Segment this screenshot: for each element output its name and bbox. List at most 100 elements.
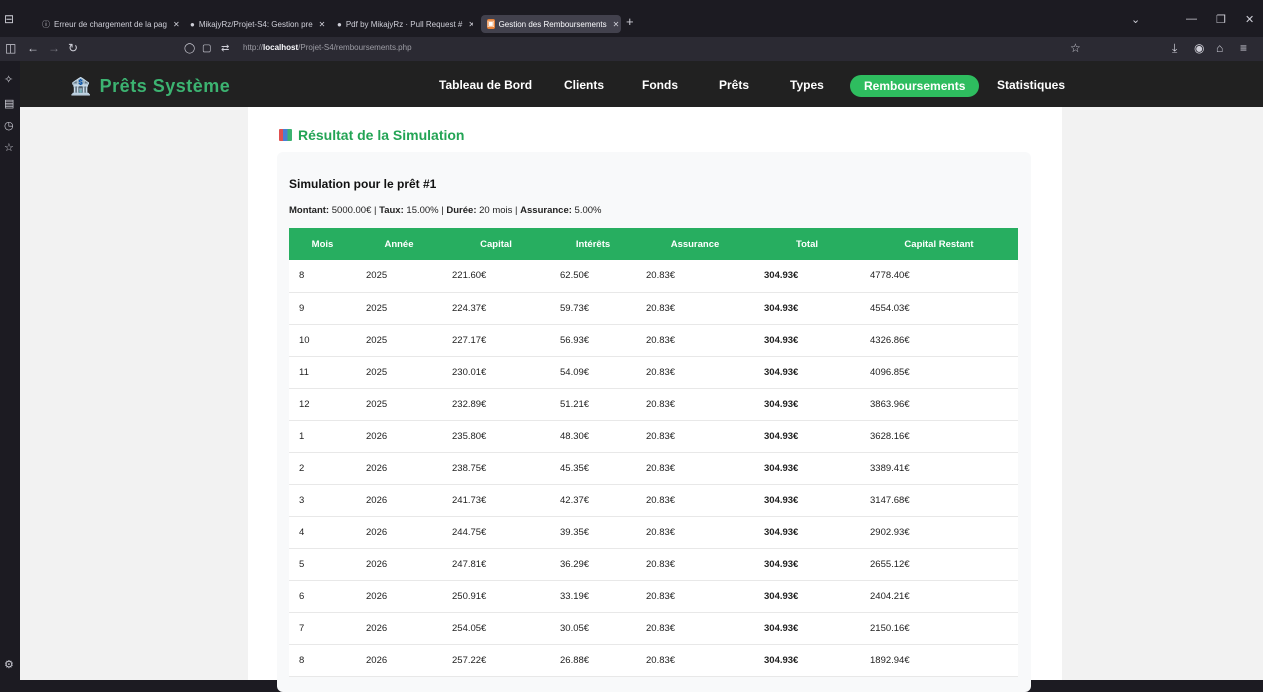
- extensions-icon[interactable]: ⌂: [1216, 41, 1223, 55]
- browser-tab[interactable]: ● Pdf by MikajyRz · Pull Request # ✕: [337, 15, 473, 33]
- cell-mois: 2: [289, 452, 356, 485]
- cell-interets: 33.19€: [550, 580, 636, 613]
- cell-capital-restant: 4554.03€: [860, 292, 1018, 325]
- cell-capital: 247.81€: [442, 548, 550, 581]
- cell-capital-restant: 3389.41€: [860, 452, 1018, 485]
- minimize-icon[interactable]: —: [1186, 13, 1197, 25]
- cell-mois: 9: [289, 292, 356, 325]
- header-capital-restant: Capital Restant: [860, 228, 1018, 260]
- section-title: Résultat de la Simulation: [279, 127, 464, 143]
- cell-annee: 2026: [356, 644, 442, 677]
- forward-icon[interactable]: →: [48, 41, 60, 55]
- taux-value: 15.00%: [406, 205, 439, 216]
- cell-total: 304.93€: [754, 452, 860, 485]
- list-all-tabs-icon[interactable]: ⌄: [1131, 13, 1140, 26]
- cell-capital: 238.75€: [442, 452, 550, 485]
- amortization-table: Mois Année Capital Intérêts Assurance To…: [289, 228, 1018, 677]
- browser-sidebar: ✧ ▤ ◷ ☆ ⚙: [0, 61, 20, 680]
- app-brand[interactable]: 🏦 Prêts Système: [70, 76, 230, 97]
- cell-capital: 227.17€: [442, 324, 550, 357]
- browser-tab-active[interactable]: ▣ Gestion des Remboursements ✕: [481, 15, 621, 33]
- cell-total: 304.93€: [754, 388, 860, 421]
- nav-clients[interactable]: Clients: [564, 78, 604, 92]
- shield-icon[interactable]: ◯: [184, 43, 195, 54]
- cell-capital: 230.01€: [442, 356, 550, 389]
- table-row: 7 2026 254.05€ 30.05€ 20.83€ 304.93€ 2150.16€: [289, 612, 1018, 645]
- back-icon[interactable]: ←: [27, 41, 39, 55]
- bookmark-star-icon[interactable]: ☆: [1070, 41, 1081, 55]
- tab-title: Pdf by MikajyRz · Pull Request #: [345, 19, 463, 29]
- cell-total: 304.93€: [754, 644, 860, 677]
- nav-prets[interactable]: Prêts: [719, 78, 749, 92]
- new-tab-icon[interactable]: +: [626, 14, 634, 29]
- cell-interets: 54.09€: [550, 356, 636, 389]
- sidebar-toggle-icon[interactable]: ⊟: [4, 12, 18, 26]
- settings-gear-icon[interactable]: ⚙: [4, 658, 14, 671]
- synced-tabs-icon[interactable]: ▤: [4, 97, 14, 110]
- cell-assurance: 20.83€: [636, 356, 754, 389]
- nav-types[interactable]: Types: [790, 78, 824, 92]
- cell-assurance: 20.83€: [636, 612, 754, 645]
- simulation-params: Montant: 5000.00€ | Taux: 15.00% | Durée…: [289, 205, 602, 216]
- cell-assurance: 20.83€: [636, 516, 754, 549]
- reload-icon[interactable]: ↻: [68, 41, 78, 55]
- cell-total: 304.93€: [754, 612, 860, 645]
- cell-capital-restant: 3863.96€: [860, 388, 1018, 421]
- nav-statistiques[interactable]: Statistiques: [997, 78, 1065, 92]
- url-bar[interactable]: http://localhost/Projet-S4/remboursement…: [243, 43, 412, 52]
- page-icon[interactable]: ▢: [202, 43, 211, 54]
- cell-interets: 30.05€: [550, 612, 636, 645]
- account-icon[interactable]: ◉: [1194, 41, 1204, 55]
- close-tab-icon[interactable]: ✕: [468, 20, 473, 29]
- bank-icon: 🏦: [70, 76, 92, 96]
- cell-mois: 6: [289, 580, 356, 613]
- browser-tab-bar: ⊟ ⓘ Erreur de chargement de la pag ✕ ● M…: [0, 0, 1263, 37]
- sidebar-icon[interactable]: ◫: [5, 41, 16, 55]
- downloads-icon[interactable]: ⤓: [1172, 41, 1177, 56]
- cell-assurance: 20.83€: [636, 484, 754, 517]
- browser-tab[interactable]: ● MikajyRz/Projet-S4: Gestion pre ✕: [190, 15, 328, 33]
- cell-capital-restant: 1892.94€: [860, 644, 1018, 677]
- nav-remboursements[interactable]: Remboursements: [850, 75, 980, 97]
- cell-interets: 59.73€: [550, 292, 636, 325]
- cell-capital: 232.89€: [442, 388, 550, 421]
- cell-total: 304.93€: [754, 580, 860, 613]
- cell-mois: 5: [289, 548, 356, 581]
- cell-capital-restant: 4326.86€: [860, 324, 1018, 357]
- permissions-icon[interactable]: ⇄: [221, 43, 229, 54]
- montant-value: 5000.00€: [331, 205, 372, 216]
- cell-assurance: 20.83€: [636, 388, 754, 421]
- close-tab-icon[interactable]: ✕: [319, 20, 326, 29]
- close-tab-icon[interactable]: ✕: [613, 20, 620, 29]
- cell-capital-restant: 3147.68€: [860, 484, 1018, 517]
- cell-capital-restant: 2404.21€: [860, 580, 1018, 613]
- nav-tableau-de-bord[interactable]: Tableau de Bord: [439, 78, 532, 92]
- close-tab-icon[interactable]: ✕: [173, 20, 180, 29]
- table-row: 3 2026 241.73€ 42.37€ 20.83€ 304.93€ 3147.68€: [289, 484, 1018, 517]
- tab-title: Erreur de chargement de la pag: [54, 19, 167, 29]
- nav-fonds[interactable]: Fonds: [642, 78, 678, 92]
- bookmarks-icon[interactable]: ☆: [4, 141, 14, 154]
- cell-capital: 254.05€: [442, 612, 550, 645]
- main-content: Résultat de la Simulation Simulation pou…: [20, 107, 1263, 692]
- github-icon: ●: [190, 19, 195, 29]
- header-mois: Mois: [289, 228, 356, 260]
- table-row: 1 2026 235.80€ 48.30€ 20.83€ 304.93€ 3628.16€: [289, 420, 1018, 453]
- cell-total: 304.93€: [754, 548, 860, 581]
- history-icon[interactable]: ◷: [4, 119, 14, 132]
- menu-icon[interactable]: ≡: [1240, 41, 1247, 55]
- montant-label: Montant:: [289, 205, 330, 216]
- close-window-icon[interactable]: ✕: [1245, 13, 1254, 26]
- browser-tab[interactable]: ⓘ Erreur de chargement de la pag ✕: [42, 15, 180, 33]
- tab-title: MikajyRz/Projet-S4: Gestion pre: [198, 19, 313, 29]
- restore-icon[interactable]: ❐: [1216, 13, 1226, 26]
- table-row: 9 2025 224.37€ 59.73€ 20.83€ 304.93€ 4554.03€: [289, 292, 1018, 325]
- cell-mois: 12: [289, 388, 356, 421]
- table-row: 5 2026 247.81€ 36.29€ 20.83€ 304.93€ 2655.12€: [289, 548, 1018, 581]
- table-row: 6 2026 250.91€ 33.19€ 20.83€ 304.93€ 2404.21€: [289, 580, 1018, 613]
- cell-total: 304.93€: [754, 356, 860, 389]
- github-icon: ●: [337, 19, 342, 29]
- ai-chat-icon[interactable]: ✧: [4, 73, 13, 86]
- cell-assurance: 20.83€: [636, 644, 754, 677]
- table-header-row: Mois Année Capital Intérêts Assurance To…: [289, 228, 1018, 260]
